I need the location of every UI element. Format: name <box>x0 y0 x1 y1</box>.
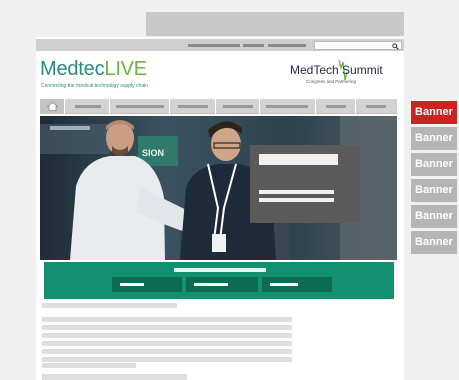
search-input[interactable] <box>314 41 402 50</box>
nav-item[interactable] <box>216 99 260 114</box>
cta-button[interactable] <box>186 277 258 292</box>
article-text-placeholder <box>42 341 292 346</box>
website-wireframe: MedtecLIVE Connecting the medical techno… <box>36 37 404 380</box>
side-banner[interactable]: Banner <box>411 179 457 202</box>
medtech-summit-logo[interactable]: MedTech Summit Congress and Partnering <box>290 58 394 88</box>
utility-link[interactable] <box>188 44 240 47</box>
caption-line-placeholder <box>259 190 334 194</box>
article-text-placeholder <box>42 349 292 354</box>
nav-item[interactable] <box>316 99 356 114</box>
caption-title-placeholder <box>259 154 338 165</box>
svg-text:SION: SION <box>142 148 164 158</box>
article-text-placeholder <box>42 333 292 338</box>
cta-button[interactable] <box>262 277 332 292</box>
cta-heading-placeholder <box>174 268 266 272</box>
nav-item[interactable] <box>110 99 170 114</box>
side-banner-active[interactable]: Banner <box>411 101 457 124</box>
side-banner[interactable]: Banner <box>411 231 457 254</box>
house-icon <box>47 102 58 111</box>
main-navigation <box>40 99 397 114</box>
utility-link[interactable] <box>268 44 306 47</box>
hero-caption-panel <box>250 145 360 223</box>
nav-item[interactable] <box>260 99 316 114</box>
logo-text-live: LIVE <box>104 58 147 80</box>
article-text-placeholder <box>42 325 292 330</box>
medtec-live-logo[interactable]: MedtecLIVE <box>40 58 147 80</box>
utility-bar <box>36 39 404 51</box>
side-banner[interactable]: Banner <box>411 205 457 228</box>
utility-link[interactable] <box>243 44 264 47</box>
logo-text-medtec: Medtec <box>40 58 105 80</box>
hero-banner[interactable]: SION <box>40 116 397 260</box>
cta-button[interactable] <box>112 277 182 292</box>
leaderboard-ad-placeholder[interactable] <box>146 12 404 36</box>
side-banner[interactable]: Banner <box>411 127 457 150</box>
nav-item[interactable] <box>170 99 216 114</box>
magnifier-icon[interactable] <box>392 43 399 50</box>
article-text-placeholder <box>42 317 292 322</box>
summit-logo-text: MedTech Summit <box>290 63 383 77</box>
call-to-action-bar <box>44 262 394 299</box>
logo-tagline: Connecting the medical technology supply… <box>41 83 149 89</box>
article-text-placeholder <box>42 357 292 362</box>
caption-line-placeholder <box>259 198 334 202</box>
summit-logo-subtitle: Congress and Partnering <box>306 79 357 84</box>
nav-home-button[interactable] <box>40 99 65 114</box>
side-banner[interactable]: Banner <box>411 153 457 176</box>
article-text-placeholder <box>42 363 136 368</box>
nav-item[interactable] <box>66 99 110 114</box>
article-heading-placeholder <box>42 374 187 380</box>
article-heading-placeholder <box>42 303 177 308</box>
nav-item[interactable] <box>356 99 397 114</box>
